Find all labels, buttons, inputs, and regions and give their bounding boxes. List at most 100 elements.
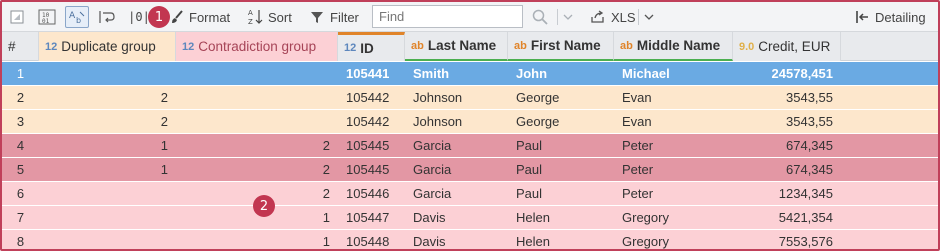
column-toggle-icon[interactable]: |0|	[128, 6, 150, 28]
filter-button[interactable]: Filter	[310, 6, 359, 28]
contradiction-group-cell[interactable]: 1	[176, 230, 338, 249]
row-number-cell[interactable]: 5	[2, 158, 39, 181]
table-row[interactable]: 6 2 105446 Garcia Paul Peter 1234,345	[2, 182, 938, 206]
first-name-cell[interactable]: George	[508, 110, 614, 133]
duplicate-group-cell[interactable]	[39, 206, 176, 229]
toolbar-separator	[638, 9, 639, 25]
sort-icon: AZ	[247, 8, 263, 26]
credit-cell[interactable]: 674,345	[733, 134, 841, 157]
detailing-button[interactable]: Detailing	[855, 6, 926, 28]
last-name-cell[interactable]: Garcia	[405, 134, 508, 157]
string-type-icon: ab	[620, 39, 633, 52]
table-row[interactable]: 4 1 2 105445 Garcia Paul Peter 674,345	[2, 134, 938, 158]
duplicate-group-cell[interactable]: 2	[39, 110, 176, 133]
find-input[interactable]	[372, 5, 523, 28]
middle-name-cell[interactable]: Michael	[614, 62, 733, 85]
first-name-cell[interactable]: George	[508, 86, 614, 109]
search-button[interactable]	[532, 6, 548, 28]
duplicate-group-cell[interactable]: 1	[39, 158, 176, 181]
last-name-cell[interactable]: Garcia	[405, 158, 508, 181]
last-name-cell[interactable]: Johnson	[405, 86, 508, 109]
last-name-cell[interactable]: Garcia	[405, 182, 508, 205]
row-number-cell[interactable]: 6	[2, 182, 39, 205]
table-row[interactable]: 3 2 105442 Johnson George Evan 3543,55	[2, 110, 938, 134]
contradiction-group-cell[interactable]: 2	[176, 134, 338, 157]
column-header-duplicate-group[interactable]: 12 Duplicate group	[39, 32, 176, 61]
table-row[interactable]: 8 1 105448 Davis Helen Gregory 7553,576	[2, 230, 938, 249]
duplicate-group-cell[interactable]: 1	[39, 134, 176, 157]
contradiction-group-cell[interactable]	[176, 110, 338, 133]
svg-text:A: A	[69, 11, 76, 21]
row-number-cell[interactable]: 8	[2, 230, 39, 249]
column-header-last-name[interactable]: ab Last Name	[405, 32, 508, 61]
duplicate-group-cell[interactable]	[39, 230, 176, 249]
row-number-cell[interactable]: 1	[2, 62, 39, 85]
credit-cell[interactable]: 5421,354	[733, 206, 841, 229]
number-type-icon: 12	[344, 42, 357, 54]
middle-name-cell[interactable]: Peter	[614, 158, 733, 181]
middle-name-cell[interactable]: Evan	[614, 86, 733, 109]
row-number-cell[interactable]: 2	[2, 86, 39, 109]
export-xls-button[interactable]: XLS	[590, 6, 636, 28]
credit-cell[interactable]: 3543,55	[733, 86, 841, 109]
row-number-header[interactable]: #	[2, 32, 39, 61]
format-button[interactable]: Format	[170, 6, 230, 28]
id-cell[interactable]: 105441	[338, 62, 405, 85]
id-cell[interactable]: 105447	[338, 206, 405, 229]
first-name-cell[interactable]: Helen	[508, 230, 614, 249]
contradiction-group-cell[interactable]: 2	[176, 158, 338, 181]
table-row[interactable]: 5 1 2 105445 Garcia Paul Peter 674,345	[2, 158, 938, 182]
last-name-cell[interactable]: Smith	[405, 62, 508, 85]
last-name-cell[interactable]: Johnson	[405, 110, 508, 133]
middle-name-cell[interactable]: Peter	[614, 182, 733, 205]
column-header-first-name[interactable]: ab First Name	[508, 32, 614, 61]
duplicate-group-cell[interactable]	[39, 62, 176, 85]
contradiction-group-cell[interactable]	[176, 86, 338, 109]
id-cell[interactable]: 105445	[338, 158, 405, 181]
middle-name-cell[interactable]: Evan	[614, 110, 733, 133]
search-options-dropdown[interactable]	[563, 6, 573, 28]
svg-text:b: b	[76, 16, 81, 25]
credit-cell[interactable]: 3543,55	[733, 110, 841, 133]
row-number-cell[interactable]: 4	[2, 134, 39, 157]
chevron-down-icon	[644, 13, 654, 21]
credit-cell[interactable]: 674,345	[733, 158, 841, 181]
binary-view-icon[interactable]: 10 01	[36, 6, 58, 28]
duplicate-group-cell[interactable]: 2	[39, 86, 176, 109]
middle-name-cell[interactable]: Gregory	[614, 230, 733, 249]
toolbar: 10 01 Ab |0| 1 Format AZ Sort Filter Fin…	[2, 2, 938, 32]
credit-cell[interactable]: 1234,345	[733, 182, 841, 205]
text-case-icon[interactable]: Ab	[65, 6, 89, 28]
column-header-contradiction-group[interactable]: 12 Contradiction group	[176, 32, 338, 61]
sort-button[interactable]: AZ Sort	[247, 6, 292, 28]
contradiction-group-cell[interactable]	[176, 62, 338, 85]
id-cell[interactable]: 105448	[338, 230, 405, 249]
first-name-cell[interactable]: John	[508, 62, 614, 85]
select-all-icon[interactable]	[8, 6, 26, 28]
id-cell[interactable]: 105442	[338, 86, 405, 109]
table-row[interactable]: 1 105441 Smith John Michael 24578,451	[2, 62, 938, 86]
wrap-text-icon[interactable]	[96, 6, 118, 28]
row-number-cell[interactable]: 7	[2, 206, 39, 229]
column-header-id[interactable]: 12 ID	[338, 32, 405, 61]
id-cell[interactable]: 105446	[338, 182, 405, 205]
first-name-cell[interactable]: Paul	[508, 134, 614, 157]
first-name-cell[interactable]: Helen	[508, 206, 614, 229]
last-name-cell[interactable]: Davis	[405, 230, 508, 249]
middle-name-cell[interactable]: Gregory	[614, 206, 733, 229]
id-cell[interactable]: 105442	[338, 110, 405, 133]
id-cell[interactable]: 105445	[338, 134, 405, 157]
row-number-cell[interactable]: 3	[2, 110, 39, 133]
table-row[interactable]: 2 2 105442 Johnson George Evan 3543,55	[2, 86, 938, 110]
credit-cell[interactable]: 7553,576	[733, 230, 841, 249]
first-name-cell[interactable]: Paul	[508, 182, 614, 205]
column-header-credit[interactable]: 9.0 Credit, EUR	[733, 32, 841, 61]
table-row[interactable]: 7 1 105447 Davis Helen Gregory 5421,354	[2, 206, 938, 230]
middle-name-cell[interactable]: Peter	[614, 134, 733, 157]
duplicate-group-cell[interactable]	[39, 182, 176, 205]
last-name-cell[interactable]: Davis	[405, 206, 508, 229]
credit-cell[interactable]: 24578,451	[733, 62, 841, 85]
column-header-middle-name[interactable]: ab Middle Name	[614, 32, 733, 61]
export-options-dropdown[interactable]	[644, 6, 654, 28]
first-name-cell[interactable]: Paul	[508, 158, 614, 181]
